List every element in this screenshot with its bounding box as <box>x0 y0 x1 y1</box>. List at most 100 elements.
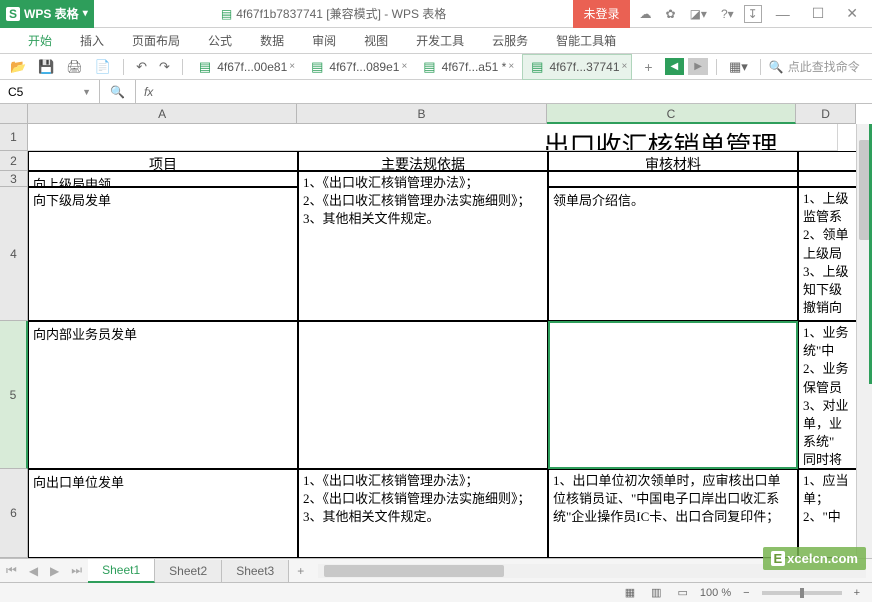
row-header-6[interactable]: 6 <box>0 469 28 558</box>
find-icon-small[interactable]: 🔍 <box>110 85 125 99</box>
cell-title[interactable]: 出口收汇核销单管理 <box>28 124 838 151</box>
login-button[interactable]: 未登录 <box>573 0 629 28</box>
select-all-corner[interactable] <box>0 104 28 124</box>
name-box[interactable]: C5 ▼ <box>0 80 100 103</box>
menu-cloud[interactable]: 云服务 <box>478 27 542 54</box>
doc-tab-2[interactable]: ▤4f67f...089e1× <box>303 55 411 79</box>
watermark: Excelcn.com <box>763 547 867 570</box>
menu-pagelayout[interactable]: 页面布局 <box>118 27 194 54</box>
cell-b3[interactable]: 1、《出口收汇核销管理办法》； 2、《出口收汇核销管理办法实施细则》； 3、其他… <box>298 171 548 321</box>
row-header-5[interactable]: 5 <box>0 321 28 469</box>
redo-icon[interactable]: ↷ <box>155 57 174 77</box>
search-icon: 🔍 <box>769 60 784 74</box>
cells-area[interactable]: 出口收汇核销单管理 项目 主要法规依据 审核材料 向上级局申领 1、《出口收汇核… <box>28 124 856 558</box>
command-search[interactable]: 🔍点此查找命令 <box>769 58 860 75</box>
save-icon[interactable]: 💾 <box>34 57 58 77</box>
zoom-slider-thumb[interactable] <box>800 588 804 598</box>
cell-d6[interactable]: 1、应当 单； 2、"中 <box>798 469 856 558</box>
cell-a6[interactable]: 向出口单位发单 <box>28 469 298 558</box>
close-button[interactable]: ✕ <box>838 1 866 26</box>
minimize-button[interactable]: — <box>768 2 798 26</box>
menu-formula[interactable]: 公式 <box>194 27 246 54</box>
app-menu-dropdown-icon[interactable]: ▾ <box>83 8 88 19</box>
row-header-3[interactable]: 3 <box>0 171 28 187</box>
view-pagebreak-icon[interactable]: ▥ <box>647 584 665 601</box>
open-icon[interactable]: 📂 <box>6 57 30 77</box>
maximize-button[interactable]: ☐ <box>804 1 833 26</box>
cell-c6[interactable]: 1、出口单位初次领单时，应审核出口单位核销员证、"中国电子口岸出口收汇系统"企业… <box>548 469 798 558</box>
menu-start[interactable]: 开始 <box>14 27 66 54</box>
add-sheet-button[interactable]: + <box>289 564 312 578</box>
new-tab-button[interactable]: + <box>636 57 660 77</box>
sheet-nav-prev[interactable]: ◀ <box>23 564 44 578</box>
col-header-d[interactable]: D <box>796 104 856 124</box>
menu-data[interactable]: 数据 <box>246 27 298 54</box>
cell-c5-selected[interactable] <box>548 321 798 469</box>
tab-nav-left[interactable]: ◀ <box>665 58 685 75</box>
cell-d2[interactable] <box>798 151 856 171</box>
separator <box>182 59 183 75</box>
close-tab-icon[interactable]: × <box>289 61 295 72</box>
formula-bar: C5 ▼ 🔍 fx <box>0 80 872 104</box>
cell-c3[interactable] <box>548 171 798 187</box>
cell-b5[interactable] <box>298 321 548 469</box>
cell-c2[interactable]: 审核材料 <box>548 151 798 171</box>
skin-icon[interactable]: ◪▾ <box>686 5 711 23</box>
row-headers: 1 2 3 4 5 6 <box>0 124 28 558</box>
zoom-slider[interactable] <box>762 591 842 595</box>
cloud-icon[interactable]: ☁ <box>636 5 656 23</box>
cell-d5[interactable]: 1、业务 统"中 2、业务 保管员 3、对业 单，业 系统" 同时将 <box>798 321 856 469</box>
horizontal-scrollbar-thumb[interactable] <box>324 565 504 577</box>
doc-tab-icon: ▤ <box>195 57 215 77</box>
close-tab-icon[interactable]: × <box>401 61 407 72</box>
menu-devtools[interactable]: 开发工具 <box>402 27 478 54</box>
cell-d3[interactable] <box>798 171 856 187</box>
close-tab-icon[interactable]: × <box>622 61 628 72</box>
doc-tab-icon: ▤ <box>527 57 547 77</box>
cell-c4[interactable]: 领单局介绍信。 <box>548 187 798 321</box>
col-header-b[interactable]: B <box>297 104 546 124</box>
cell-a4[interactable]: 向下级局发单 <box>28 187 298 321</box>
cell-a3[interactable]: 向上级局申领 <box>28 171 298 187</box>
help-icon[interactable]: ?▾ <box>717 5 738 23</box>
col-header-a[interactable]: A <box>28 104 297 124</box>
ribbon-toggle-icon[interactable]: ↧ <box>744 5 762 23</box>
print-preview-icon[interactable]: 🖨 <box>62 57 87 77</box>
doc-tab-1[interactable]: ▤4f67f...00e81× <box>191 55 299 79</box>
zoom-value[interactable]: 100 % <box>700 587 731 599</box>
doc-tab-4[interactable]: ▤4f67f...37741× <box>522 54 632 80</box>
tab-list-icon[interactable]: ▦▾ <box>725 57 752 77</box>
tab-nav-right[interactable]: ▶ <box>688 58 708 75</box>
cell-b2[interactable]: 主要法规依据 <box>298 151 548 171</box>
doc-tab-3[interactable]: ▤4f67f...a51 *× <box>415 55 518 79</box>
close-tab-icon[interactable]: × <box>508 61 514 72</box>
name-box-dropdown-icon[interactable]: ▼ <box>82 87 91 97</box>
sheet-tab-1[interactable]: Sheet1 <box>88 559 155 583</box>
cell-a2[interactable]: 项目 <box>28 151 298 171</box>
col-header-c[interactable]: C <box>547 104 796 124</box>
undo-icon[interactable]: ↶ <box>132 57 151 77</box>
cell-d4[interactable]: 1、上级 监管系 2、领单 上级局 3、上级 知下级 撤销向 <box>798 187 856 321</box>
menu-insert[interactable]: 插入 <box>66 27 118 54</box>
sheet-nav-next[interactable]: ▶ <box>44 564 65 578</box>
sheet-tab-2[interactable]: Sheet2 <box>155 560 222 582</box>
menu-view[interactable]: 视图 <box>350 27 402 54</box>
menu-smarttools[interactable]: 智能工具箱 <box>542 27 630 54</box>
row-header-4[interactable]: 4 <box>0 187 28 321</box>
fx-label[interactable]: fx <box>136 85 161 99</box>
zoom-out-button[interactable]: − <box>739 585 753 601</box>
row-header-2[interactable]: 2 <box>0 151 28 171</box>
row-header-1[interactable]: 1 <box>0 124 28 151</box>
view-reading-icon[interactable]: ▭ <box>674 584 692 601</box>
print-icon[interactable]: 📄 <box>91 57 115 77</box>
view-normal-icon[interactable]: ▦ <box>621 584 639 601</box>
formula-buttons: 🔍 <box>100 80 136 103</box>
sheet-tab-3[interactable]: Sheet3 <box>222 560 289 582</box>
separator <box>716 59 717 75</box>
zoom-in-button[interactable]: + <box>850 585 864 601</box>
app-badge[interactable]: S WPS 表格 ▾ <box>0 0 94 28</box>
settings-icon[interactable]: ✿ <box>662 5 680 23</box>
menu-review[interactable]: 审阅 <box>298 27 350 54</box>
cell-a5[interactable]: 向内部业务员发单 <box>28 321 298 469</box>
cell-b6[interactable]: 1、《出口收汇核销管理办法》； 2、《出口收汇核销管理办法实施细则》； 3、其他… <box>298 469 548 558</box>
